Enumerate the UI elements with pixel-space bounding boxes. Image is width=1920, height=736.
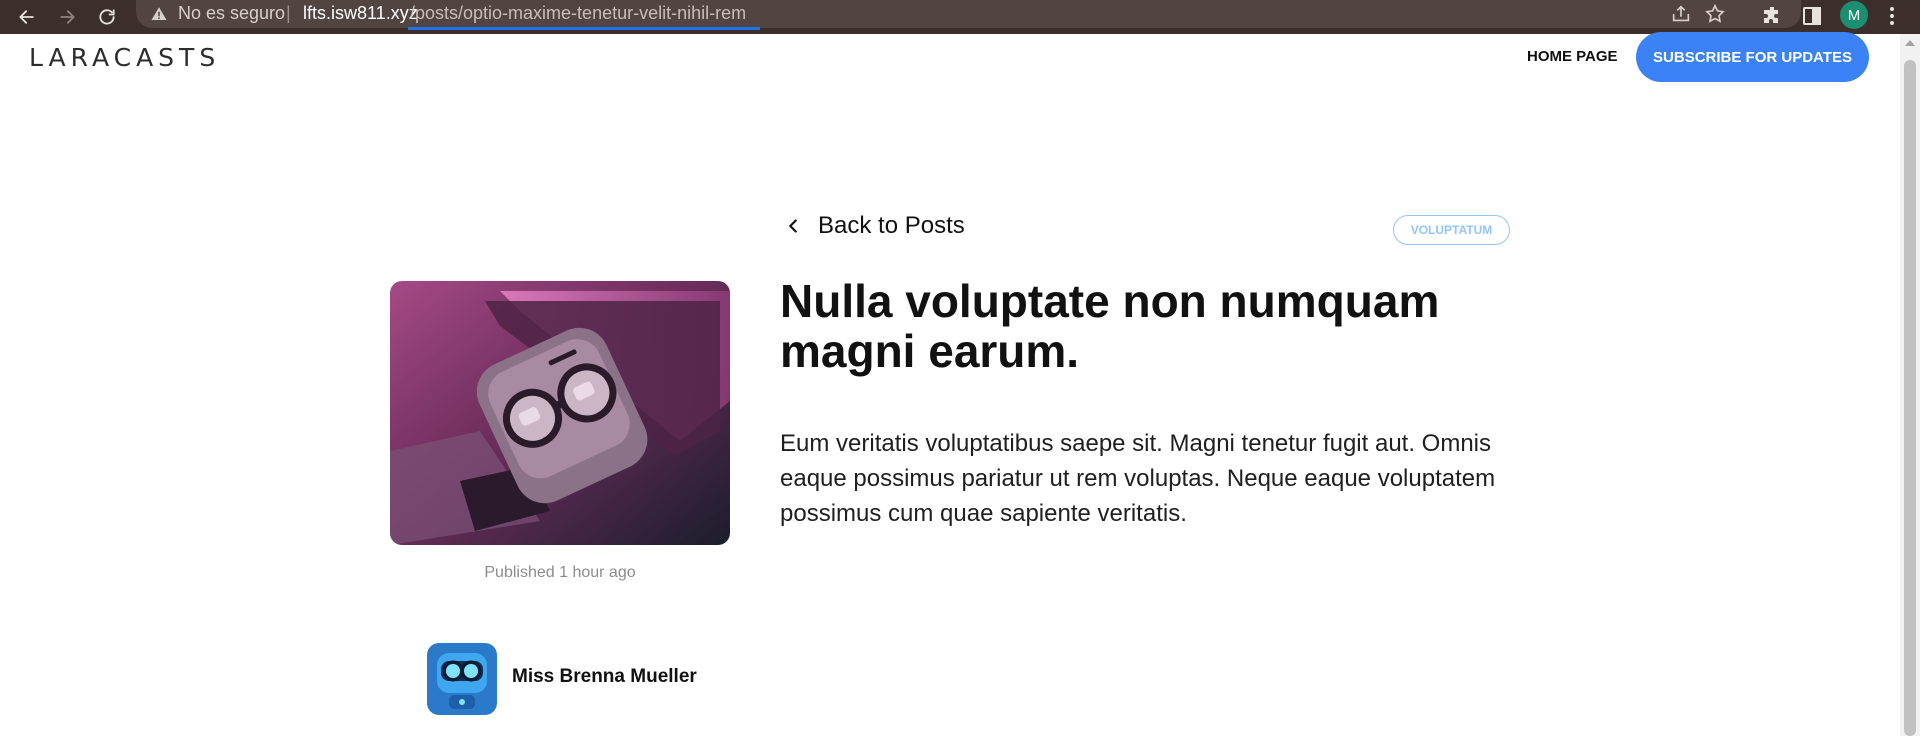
page-content bbox=[0, 34, 1900, 736]
forward-arrow-icon[interactable] bbox=[50, 0, 84, 34]
laracasts-logo[interactable]: LARACASTS bbox=[29, 42, 221, 72]
chevron-left-icon bbox=[789, 219, 797, 233]
security-label[interactable]: No es seguro bbox=[178, 3, 285, 24]
url-host: lfts.isw811.xyz bbox=[303, 3, 418, 23]
address-bar[interactable]: No es seguro | lfts.isw811.xyz /posts/op… bbox=[136, 0, 1801, 30]
scrollbar-thumb[interactable] bbox=[1904, 60, 1916, 736]
kebab-menu-icon[interactable] bbox=[1880, 4, 1904, 28]
back-arrow-icon[interactable] bbox=[10, 0, 44, 34]
scrollbar[interactable] bbox=[1900, 34, 1920, 736]
reload-icon[interactable] bbox=[90, 0, 124, 34]
star-icon[interactable] bbox=[1704, 3, 1726, 25]
url-path: /posts/optio-maxime-tenetur-velit-nihil-… bbox=[410, 3, 747, 23]
scroll-up-icon[interactable] bbox=[1905, 40, 1915, 46]
back-to-posts-label: Back to Posts bbox=[818, 212, 965, 239]
published-time: 1 hour ago bbox=[559, 564, 636, 581]
nav-home-page[interactable]: Home Page bbox=[1527, 48, 1618, 65]
logo-text: LARACASTS bbox=[29, 42, 221, 72]
share-icon[interactable] bbox=[1670, 3, 1692, 25]
back-to-posts-link[interactable]: Back to Posts bbox=[782, 212, 965, 240]
robot-illustration bbox=[390, 281, 730, 545]
post-body: Eum veritatis voluptatibus saepe sit. Ma… bbox=[780, 430, 1496, 527]
subscribe-button[interactable]: Subscribe for Updates bbox=[1636, 32, 1869, 82]
loading-progress-bar bbox=[408, 27, 760, 30]
side-panel-icon[interactable] bbox=[1800, 4, 1824, 28]
category-tag[interactable]: Voluptatum bbox=[1393, 215, 1510, 245]
profile-avatar[interactable]: M bbox=[1840, 1, 1868, 29]
published-prefix: Published bbox=[484, 564, 555, 581]
browser-toolbar: No es seguro | lfts.isw811.xyz /posts/op… bbox=[0, 0, 1920, 34]
robot-avatar-icon bbox=[427, 643, 497, 715]
author-name: Miss Brenna Mueller bbox=[512, 666, 697, 687]
post-title: Nulla voluptate non numquam magni earum. bbox=[780, 275, 1440, 377]
warning-icon bbox=[151, 7, 167, 20]
post-thumbnail bbox=[390, 281, 730, 545]
url-separator: | bbox=[286, 3, 291, 23]
author-avatar bbox=[427, 643, 497, 715]
puzzle-icon[interactable] bbox=[1760, 4, 1784, 28]
published-info: Published 1 hour ago bbox=[390, 564, 730, 582]
